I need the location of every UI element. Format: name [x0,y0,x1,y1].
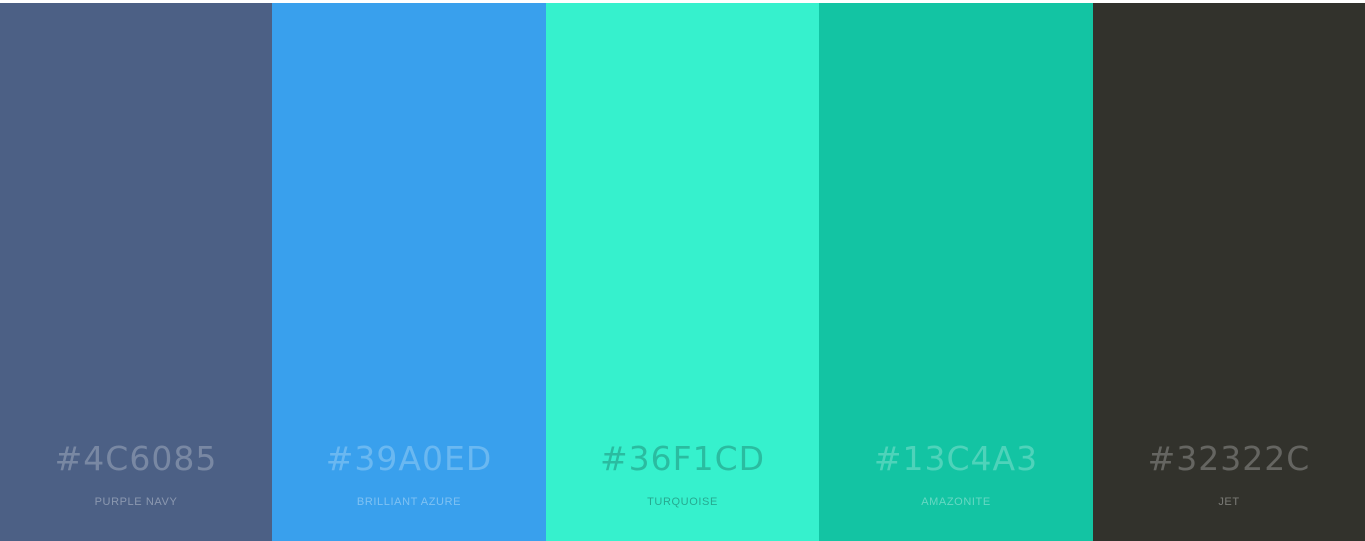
swatch-brilliant-azure[interactable]: #39A0ED BRILLIANT AZURE [272,3,546,541]
swatch-color-name: PURPLE NAVY [94,496,178,508]
swatch-hex-code: #39A0ED [325,439,493,478]
swatch-color-name: BRILLIANT AZURE [356,496,462,508]
swatch-amazonite[interactable]: #13C4A3 AMAZONITE [819,3,1093,541]
swatch-color-name: TURQUOISE [647,496,718,508]
swatch-turquoise[interactable]: #36F1CD TURQUOISE [546,3,819,541]
swatch-color-name: JET [1218,496,1240,508]
swatch-jet[interactable]: #32322C JET [1093,3,1365,541]
swatch-hex-code: #13C4A3 [873,439,1039,478]
swatch-hex-code: #36F1CD [599,439,766,478]
color-palette: #4C6085 PURPLE NAVY #39A0ED BRILLIANT AZ… [0,3,1365,541]
swatch-color-name: AMAZONITE [921,496,991,508]
swatch-purple-navy[interactable]: #4C6085 PURPLE NAVY [0,3,272,541]
swatch-hex-code: #32322C [1147,439,1311,478]
swatch-hex-code: #4C6085 [54,439,218,478]
